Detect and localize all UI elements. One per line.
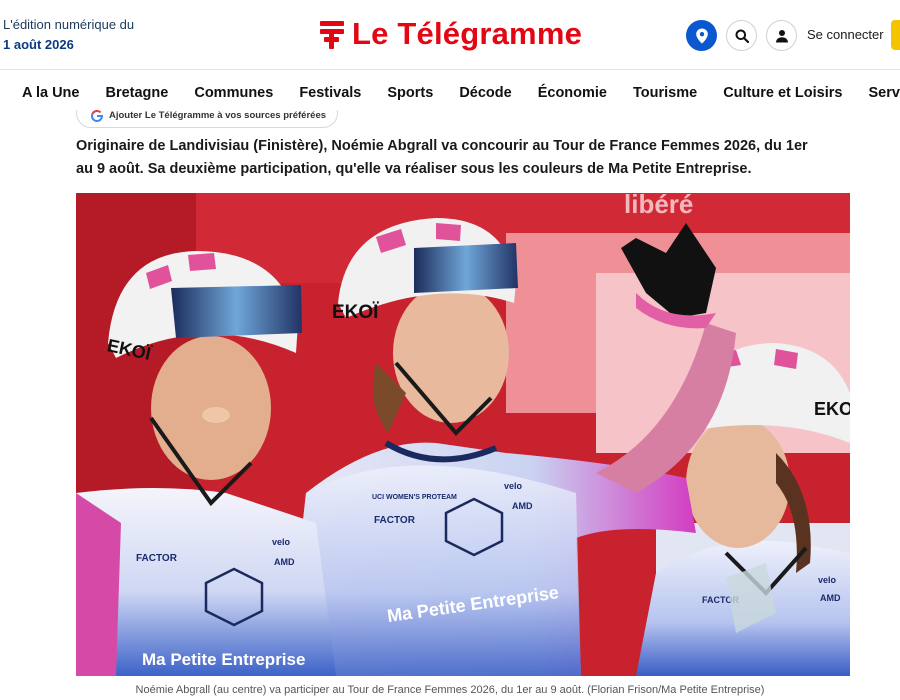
banner-word: libéré bbox=[624, 193, 693, 219]
team-name-left: Ma Petite Entreprise bbox=[142, 650, 305, 669]
edition-date: 1 août 2026 bbox=[3, 37, 74, 52]
digital-edition-link[interactable]: L'édition numérique du 1 août 2026 bbox=[3, 15, 134, 55]
sponsor-velo-left: velo bbox=[272, 537, 291, 547]
nav-item-a-la-une[interactable]: A la Une bbox=[22, 71, 79, 115]
main-nav: A la Une Bretagne Communes Festivals Spo… bbox=[0, 71, 900, 115]
uci-label-center: UCI WOMEN'S PROTEAM bbox=[372, 494, 457, 501]
site-logo[interactable]: Le Télégramme bbox=[320, 14, 582, 54]
article-photo[interactable]: libéré EKOÏ FACTOR velo AMD Ma Petite En… bbox=[76, 193, 850, 676]
login-link[interactable]: Se connecter bbox=[807, 27, 884, 42]
search-icon bbox=[735, 29, 749, 43]
nav-item-economie[interactable]: Économie bbox=[538, 71, 607, 115]
nav-item-sports[interactable]: Sports bbox=[387, 71, 433, 115]
article-lead: Originaire de Landivisiau (Finistère), N… bbox=[76, 138, 808, 177]
nav-item-decode[interactable]: Décode bbox=[459, 71, 511, 115]
sponsor-factor-center: FACTOR bbox=[374, 515, 416, 526]
edition-label: L'édition numérique du bbox=[3, 17, 135, 32]
site-header: L'édition numérique du 1 août 2026 Le Té… bbox=[0, 0, 900, 70]
sponsor-amd-center: AMD bbox=[512, 501, 533, 511]
user-icon bbox=[775, 29, 788, 42]
sponsor-velo-center: velo bbox=[504, 481, 523, 491]
nav-item-bretagne[interactable]: Bretagne bbox=[105, 71, 168, 115]
location-button[interactable] bbox=[686, 20, 717, 51]
helmet-brand-center: EKOÏ bbox=[332, 302, 379, 323]
search-button[interactable] bbox=[726, 20, 757, 51]
nav-item-festivals[interactable]: Festivals bbox=[299, 71, 361, 115]
account-button[interactable] bbox=[766, 20, 797, 51]
photo-caption: Noémie Abgrall (au centre) va participer… bbox=[135, 684, 765, 696]
map-pin-icon bbox=[695, 28, 708, 43]
helmet-brand-right: EKOÏ bbox=[814, 399, 850, 419]
nav-item-communes[interactable]: Communes bbox=[194, 71, 273, 115]
cyclists-photo: libéré EKOÏ FACTOR velo AMD Ma Petite En… bbox=[76, 193, 850, 676]
sponsor-amd-right: AMD bbox=[820, 593, 841, 603]
nav-item-tourisme[interactable]: Tourisme bbox=[633, 71, 697, 115]
logo-t-icon bbox=[320, 19, 344, 49]
nav-item-services[interactable]: Services bbox=[868, 71, 900, 115]
sponsor-velo-right: velo bbox=[818, 575, 837, 585]
sponsor-amd-left: AMD bbox=[274, 557, 295, 567]
logo-text: Le Télégramme bbox=[352, 16, 583, 51]
nav-item-culture-loisirs[interactable]: Culture et Loisirs bbox=[723, 71, 842, 115]
sponsor-factor-left: FACTOR bbox=[136, 553, 178, 564]
subscribe-tab[interactable] bbox=[891, 20, 900, 50]
